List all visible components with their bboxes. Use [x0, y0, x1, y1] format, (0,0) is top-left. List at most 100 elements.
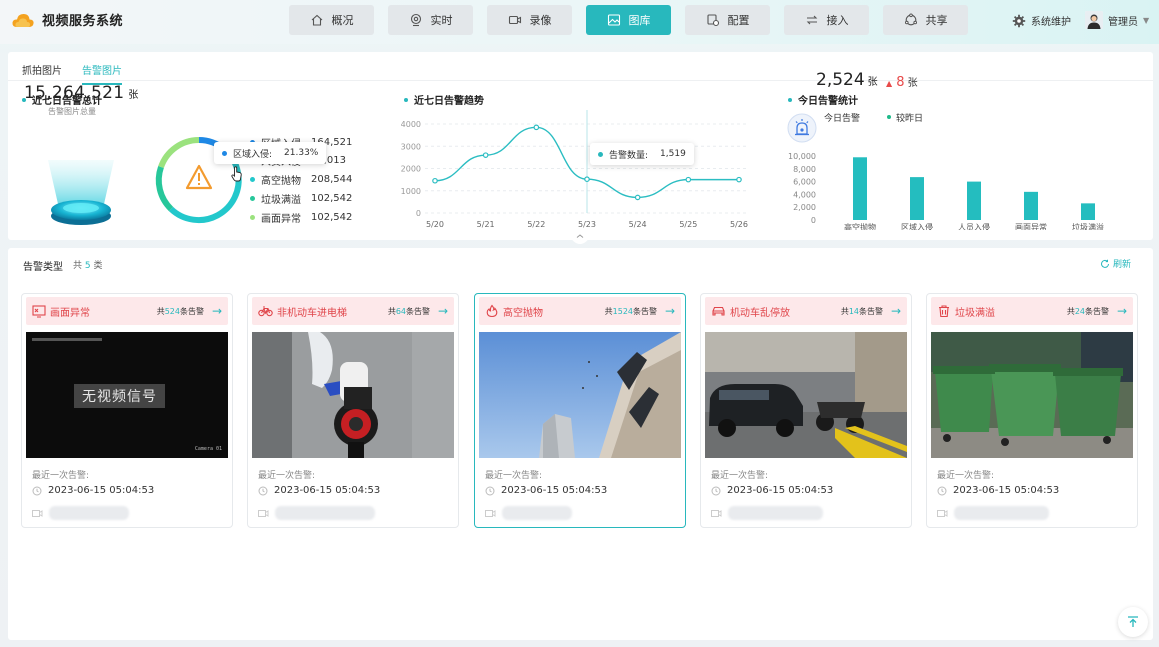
card-image[interactable]: 无视频信号 Camera 01 — [26, 332, 228, 458]
tooltip-value: 1,519 — [660, 149, 686, 159]
arrow-up-to-top-icon — [1128, 616, 1138, 627]
last-alarm-label: 最近一次告警: — [937, 471, 995, 481]
bar — [967, 181, 981, 220]
cnt-suffix: 条告警 — [406, 306, 430, 316]
card-count: 共64条告警 — [388, 306, 430, 317]
sky-building-photo — [479, 332, 681, 458]
compare-count: ▲ 8张 — [886, 74, 918, 90]
last-alarm-time: 2023-06-15 05:04:53 — [32, 485, 154, 496]
nav-item-share[interactable]: 共享 — [883, 5, 968, 35]
camera-small-icon — [711, 509, 722, 517]
alarm-card-screen-error[interactable]: 画面异常 共524条告警 → 无视频信号 Camera 01 最近一次告警: 2… — [21, 293, 233, 528]
legend-dot — [250, 196, 255, 201]
clock-icon — [485, 486, 495, 495]
clock-icon — [32, 486, 42, 495]
refresh-label: 刷新 — [1113, 260, 1132, 270]
cnt-prefix: 共 — [387, 306, 396, 316]
last-alarm-time: 2023-06-15 05:04:53 — [485, 485, 607, 496]
card-image[interactable] — [931, 332, 1133, 458]
alarm-card-bicycle-elevator[interactable]: 非机动车进电梯 共64条告警 → 最近一次告警: 2023-06-15 05:0… — [247, 293, 459, 528]
clock-icon — [937, 486, 947, 495]
collapse-handle-icon[interactable] — [567, 232, 593, 244]
nav-item-access[interactable]: 接入 — [784, 5, 869, 35]
card-header[interactable]: 画面异常 共524条告警 → — [26, 297, 228, 325]
card-header[interactable]: 非机动车进电梯 共64条告警 → — [252, 297, 454, 325]
bar — [910, 177, 924, 220]
app-logo[interactable]: 视频服务系统 — [12, 10, 123, 29]
refresh-button[interactable]: 刷新 — [1100, 257, 1131, 270]
osd-text-line — [32, 338, 102, 341]
camera-info — [937, 506, 1049, 520]
camera-info — [485, 506, 572, 520]
tooltip-value: 21.33% — [284, 148, 319, 158]
trend-tooltip: 告警数量: 1,519 — [590, 143, 694, 165]
card-header[interactable]: 垃圾满溢 共24条告警 → — [931, 297, 1133, 325]
legend-trash[interactable]: 垃圾满溢 102,542 — [250, 191, 352, 206]
x-tick-label: 人员入侵 — [958, 222, 990, 230]
cloud-logo-icon — [12, 13, 34, 27]
donut-segment-abnormal — [158, 136, 200, 169]
card-count: 共524条告警 — [157, 306, 204, 317]
tab-capture[interactable]: 抓拍图片 — [22, 62, 62, 85]
time-value: 2023-06-15 05:04:53 — [48, 485, 155, 496]
nav-item-gallery[interactable]: 图库 — [586, 5, 671, 35]
count-prefix: 共 — [73, 261, 83, 271]
arrow-right-icon[interactable]: → — [212, 304, 222, 318]
nav-item-realtime[interactable]: 实时 — [388, 5, 473, 35]
cnt-value: 24 — [1074, 306, 1085, 316]
alarm-card-trash-overflow[interactable]: 垃圾满溢 共24条告警 → 最近一次告警: 2023-06-15 05:04:5… — [926, 293, 1138, 528]
parking-photo — [705, 332, 907, 458]
access-icon — [806, 15, 817, 25]
arrow-right-icon[interactable]: → — [665, 304, 675, 318]
car-icon — [712, 306, 725, 316]
alarm-card-illegal-parking[interactable]: 机动车乱停放 共14条告警 → 最近一次告警: 2023-06-15 05:04… — [700, 293, 912, 528]
nav-item-recording[interactable]: 录像 — [487, 5, 572, 35]
y-tick-label: 4,000 — [793, 190, 816, 199]
arrow-right-icon[interactable]: → — [438, 304, 448, 318]
arrow-right-icon[interactable]: → — [1117, 304, 1127, 318]
camera-osd: Camera 01 — [194, 446, 222, 452]
card-header[interactable]: 高空抛物 共1524条告警 → — [479, 297, 681, 325]
clock-icon — [711, 486, 721, 495]
elevator-photo — [252, 332, 454, 458]
x-tick-label: 5/24 — [629, 220, 647, 229]
nav-label: 实时 — [430, 14, 453, 27]
user-menu[interactable]: 管理员 ▼ — [1085, 11, 1149, 29]
today-title: 今日告警统计 — [788, 92, 858, 107]
camera-info — [32, 506, 129, 520]
card-image[interactable] — [705, 332, 907, 458]
card-image[interactable] — [252, 332, 454, 458]
x-tick-label: 高空抛物 — [844, 222, 876, 230]
nav-item-overview[interactable]: 概况 — [289, 5, 374, 35]
bullet-dot — [788, 97, 792, 102]
y-tick-label: 3000 — [401, 142, 421, 151]
legend-abnormal[interactable]: 画面异常 102,542 — [250, 210, 352, 225]
legend-value: 102,542 — [311, 212, 353, 223]
fire-icon — [486, 304, 498, 318]
legend-throw[interactable]: 高空抛物 208,544 — [250, 172, 352, 187]
arrow-right-icon[interactable]: → — [891, 304, 901, 318]
x-tick-label: 5/22 — [527, 220, 545, 229]
back-to-top-button[interactable] — [1118, 607, 1148, 637]
camera-info — [711, 506, 823, 520]
screen-error-icon — [32, 305, 46, 318]
tooltip-dot — [598, 151, 603, 157]
alarm-card-high-throw[interactable]: 高空抛物 共1524条告警 → 最近一次告警: 2023-06-15 05:04… — [474, 293, 686, 528]
legend-dot — [250, 177, 255, 182]
bar — [1024, 191, 1038, 220]
data-point — [432, 177, 438, 184]
system-maintenance[interactable]: 系统维护 — [1012, 13, 1071, 28]
redacted-camera-name — [954, 506, 1049, 520]
card-header[interactable]: 机动车乱停放 共14条告警 → — [705, 297, 907, 325]
tab-alarm[interactable]: 告警图片 — [82, 62, 122, 85]
total-value: 15,264,521 — [24, 83, 125, 103]
tab-divider — [8, 80, 1153, 81]
nav-item-config[interactable]: 配置 — [685, 5, 770, 35]
total-unit: 张 — [128, 90, 139, 101]
gear-icon — [1012, 14, 1026, 27]
card-image[interactable] — [479, 332, 681, 458]
today-unit: 张 — [867, 77, 878, 88]
alarm-light-icon — [787, 113, 817, 143]
camera-info — [258, 506, 375, 520]
nav-label: 概况 — [331, 14, 354, 27]
